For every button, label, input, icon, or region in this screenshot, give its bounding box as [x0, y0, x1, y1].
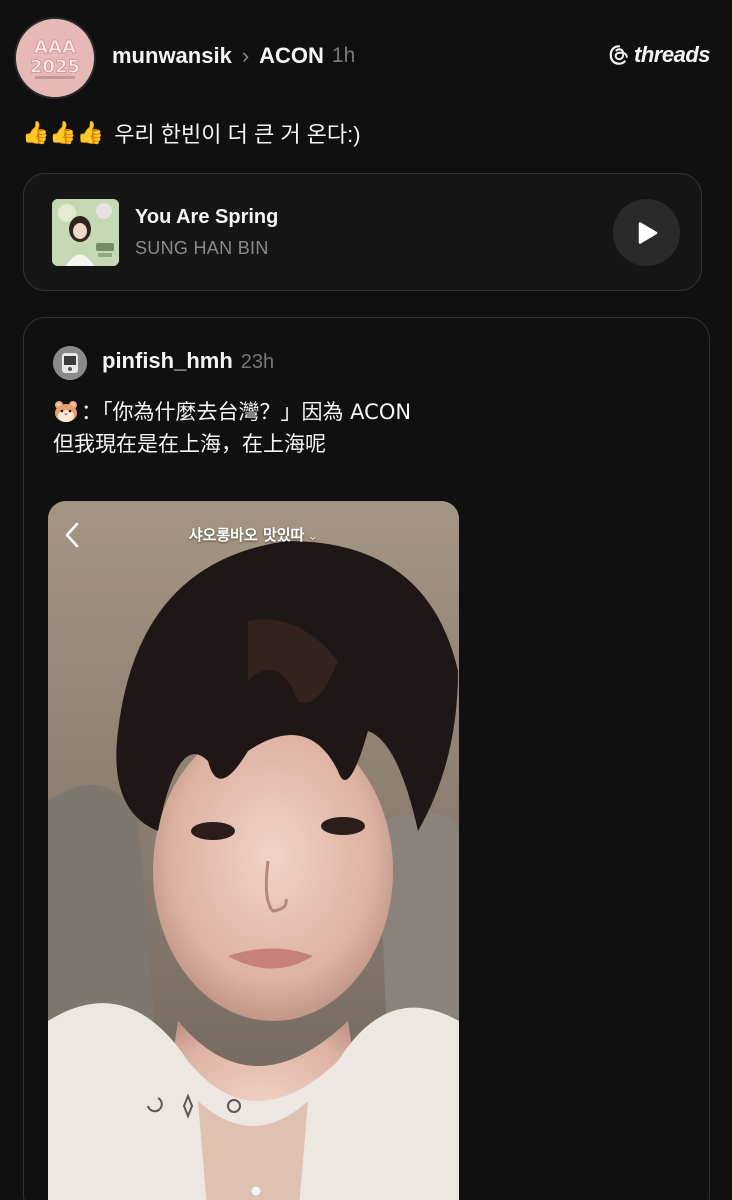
song-title: You Are Spring	[135, 206, 279, 228]
quoted-user-avatar[interactable]	[53, 346, 87, 380]
reply-target-link[interactable]: ACON	[259, 43, 324, 69]
quoted-post-time: 23h	[240, 351, 275, 373]
aaa-logo-icon: AAA 2025	[16, 19, 94, 97]
quoted-post-card[interactable]: pinfish_hmh 23h ：「你為什麼去台灣？」因為 ACON 但我現在是…	[23, 317, 710, 1200]
thumbs-up-icon: 👍👍👍	[22, 120, 105, 145]
threads-at-icon	[609, 45, 628, 65]
threads-post-page: AAA 2025 munwansik › ACON 1h threads 👍👍👍…	[0, 0, 732, 1200]
chevron-right-icon: ›	[241, 43, 250, 68]
quoted-video[interactable]: 샤오롱바오 맛있따 ⌄	[48, 501, 459, 1200]
play-button[interactable]	[613, 199, 680, 266]
quoted-post-header: pinfish_hmh 23h	[102, 348, 274, 374]
quoted-post-text: ：「你為什麼去台灣？」因為 ACON 但我現在是在上海，在上海呢	[53, 396, 411, 460]
username-link[interactable]: munwansik	[112, 43, 232, 69]
quoted-username[interactable]: pinfish_hmh	[102, 348, 233, 374]
play-icon	[638, 221, 657, 244]
post-body: 👍👍👍 우리 한빈이 더 큰 거 온다:)	[22, 117, 361, 149]
music-attachment-card[interactable]: You Are Spring SUNG HAN BIN	[23, 173, 702, 291]
post-text: 우리 한빈이 더 큰 거 온다:)	[114, 122, 361, 147]
avatar-logo-text: AAA	[34, 37, 76, 58]
hamster-icon	[55, 401, 77, 422]
post-header: munwansik › ACON 1h	[112, 38, 355, 74]
threads-wordmark: threads	[634, 42, 710, 67]
user-avatar[interactable]: AAA 2025	[14, 17, 96, 99]
quoted-line-1: ：「你為什麼去台灣？」因為 ACON	[53, 396, 411, 428]
post-time: 1h	[331, 44, 356, 67]
chevron-down-icon: ⌄	[307, 529, 319, 544]
album-art	[52, 199, 119, 266]
song-artist: SUNG HAN BIN	[135, 238, 269, 258]
video-frame	[48, 501, 459, 1200]
svg-text:2025: 2025	[30, 56, 80, 77]
quoted-line-2: 但我現在是在上海，在上海呢	[53, 432, 326, 456]
video-caption: 샤오롱바오 맛있따 ⌄	[188, 526, 319, 544]
threads-logo: threads	[608, 42, 710, 68]
